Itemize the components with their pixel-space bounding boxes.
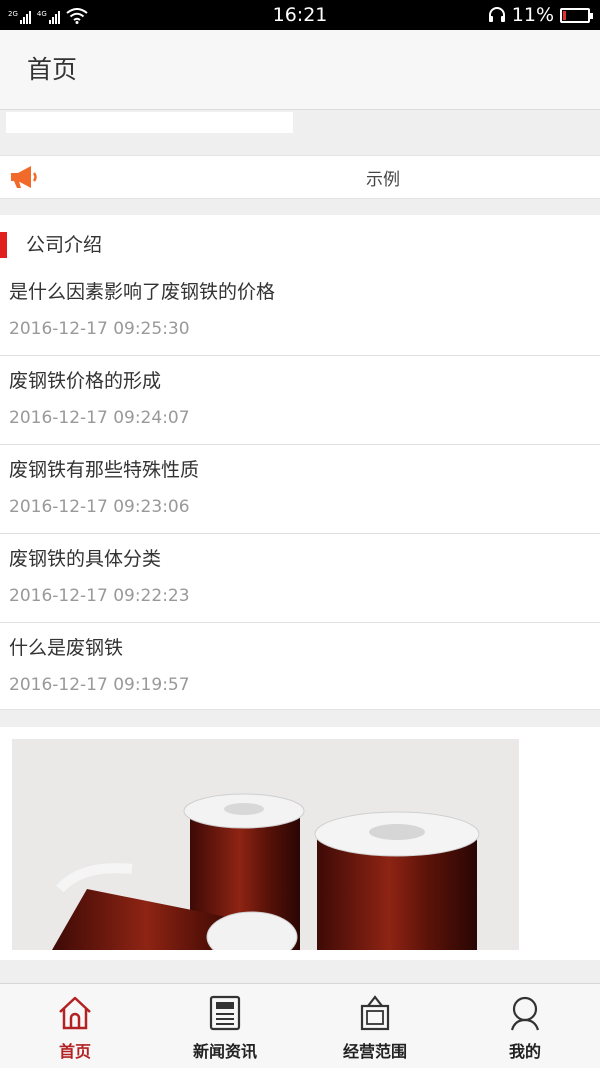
banner-placeholder[interactable]	[6, 112, 293, 133]
bottom-tab-bar: 首页 新闻资讯 经营范围 我的	[0, 983, 600, 1068]
news-title: 什么是废钢铁	[9, 637, 124, 659]
battery-percent: 11%	[511, 4, 554, 26]
notice-text: 示例	[366, 170, 400, 190]
tab-label: 新闻资讯	[192, 1042, 257, 1061]
news-date: 2016-12-17 09:23:06	[9, 497, 190, 517]
news-date: 2016-12-17 09:22:23	[9, 586, 190, 606]
news-item[interactable]: 废钢铁有那些特殊性质 2016-12-17 09:23:06	[0, 445, 600, 534]
copper-wire-spools-photo	[12, 739, 519, 950]
news-item[interactable]: 废钢铁价格的形成 2016-12-17 09:24:07	[0, 356, 600, 445]
section-accent-bar	[0, 232, 7, 258]
app-header: 首页	[0, 30, 600, 110]
notice-bar[interactable]: 示例	[0, 155, 600, 199]
status-bar: 2G 4G 16:21 11%	[0, 0, 600, 30]
headset-icon	[488, 7, 505, 22]
news-title: 废钢铁价格的形成	[9, 370, 162, 392]
home-icon	[59, 996, 91, 1030]
tab-news[interactable]: 新闻资讯	[150, 984, 300, 1068]
news-item[interactable]: 什么是废钢铁 2016-12-17 09:19:57	[0, 623, 600, 711]
user-icon	[510, 996, 540, 1031]
tab-label: 经营范围	[342, 1042, 407, 1061]
tab-mine[interactable]: 我的	[450, 984, 600, 1068]
news-title: 是什么因素影响了废钢铁的价格	[9, 281, 276, 303]
news-title: 废钢铁有那些特殊性质	[9, 459, 200, 481]
tab-home[interactable]: 首页	[0, 984, 150, 1068]
news-title: 废钢铁的具体分类	[9, 548, 162, 570]
tab-label: 我的	[508, 1042, 541, 1061]
news-date: 2016-12-17 09:24:07	[9, 408, 190, 428]
page-title: 首页	[27, 55, 78, 84]
news-item[interactable]: 是什么因素影响了废钢铁的价格 2016-12-17 09:25:30	[0, 267, 600, 356]
promo-image-card[interactable]	[0, 727, 600, 960]
company-intro-section: 公司介绍 是什么因素影响了废钢铁的价格 2016-12-17 09:25:30 …	[0, 215, 600, 710]
news-item[interactable]: 废钢铁的具体分类 2016-12-17 09:22:23	[0, 534, 600, 623]
newspaper-icon	[209, 995, 241, 1031]
battery-icon	[560, 7, 593, 23]
frame-icon	[360, 995, 390, 1031]
section-title: 公司介绍	[26, 234, 103, 256]
news-date: 2016-12-17 09:19:57	[9, 675, 190, 695]
news-list: 是什么因素影响了废钢铁的价格 2016-12-17 09:25:30 废钢铁价格…	[0, 267, 600, 711]
news-date: 2016-12-17 09:25:30	[9, 319, 190, 339]
tab-business-scope[interactable]: 经营范围	[300, 984, 450, 1068]
tab-label: 首页	[58, 1042, 91, 1061]
